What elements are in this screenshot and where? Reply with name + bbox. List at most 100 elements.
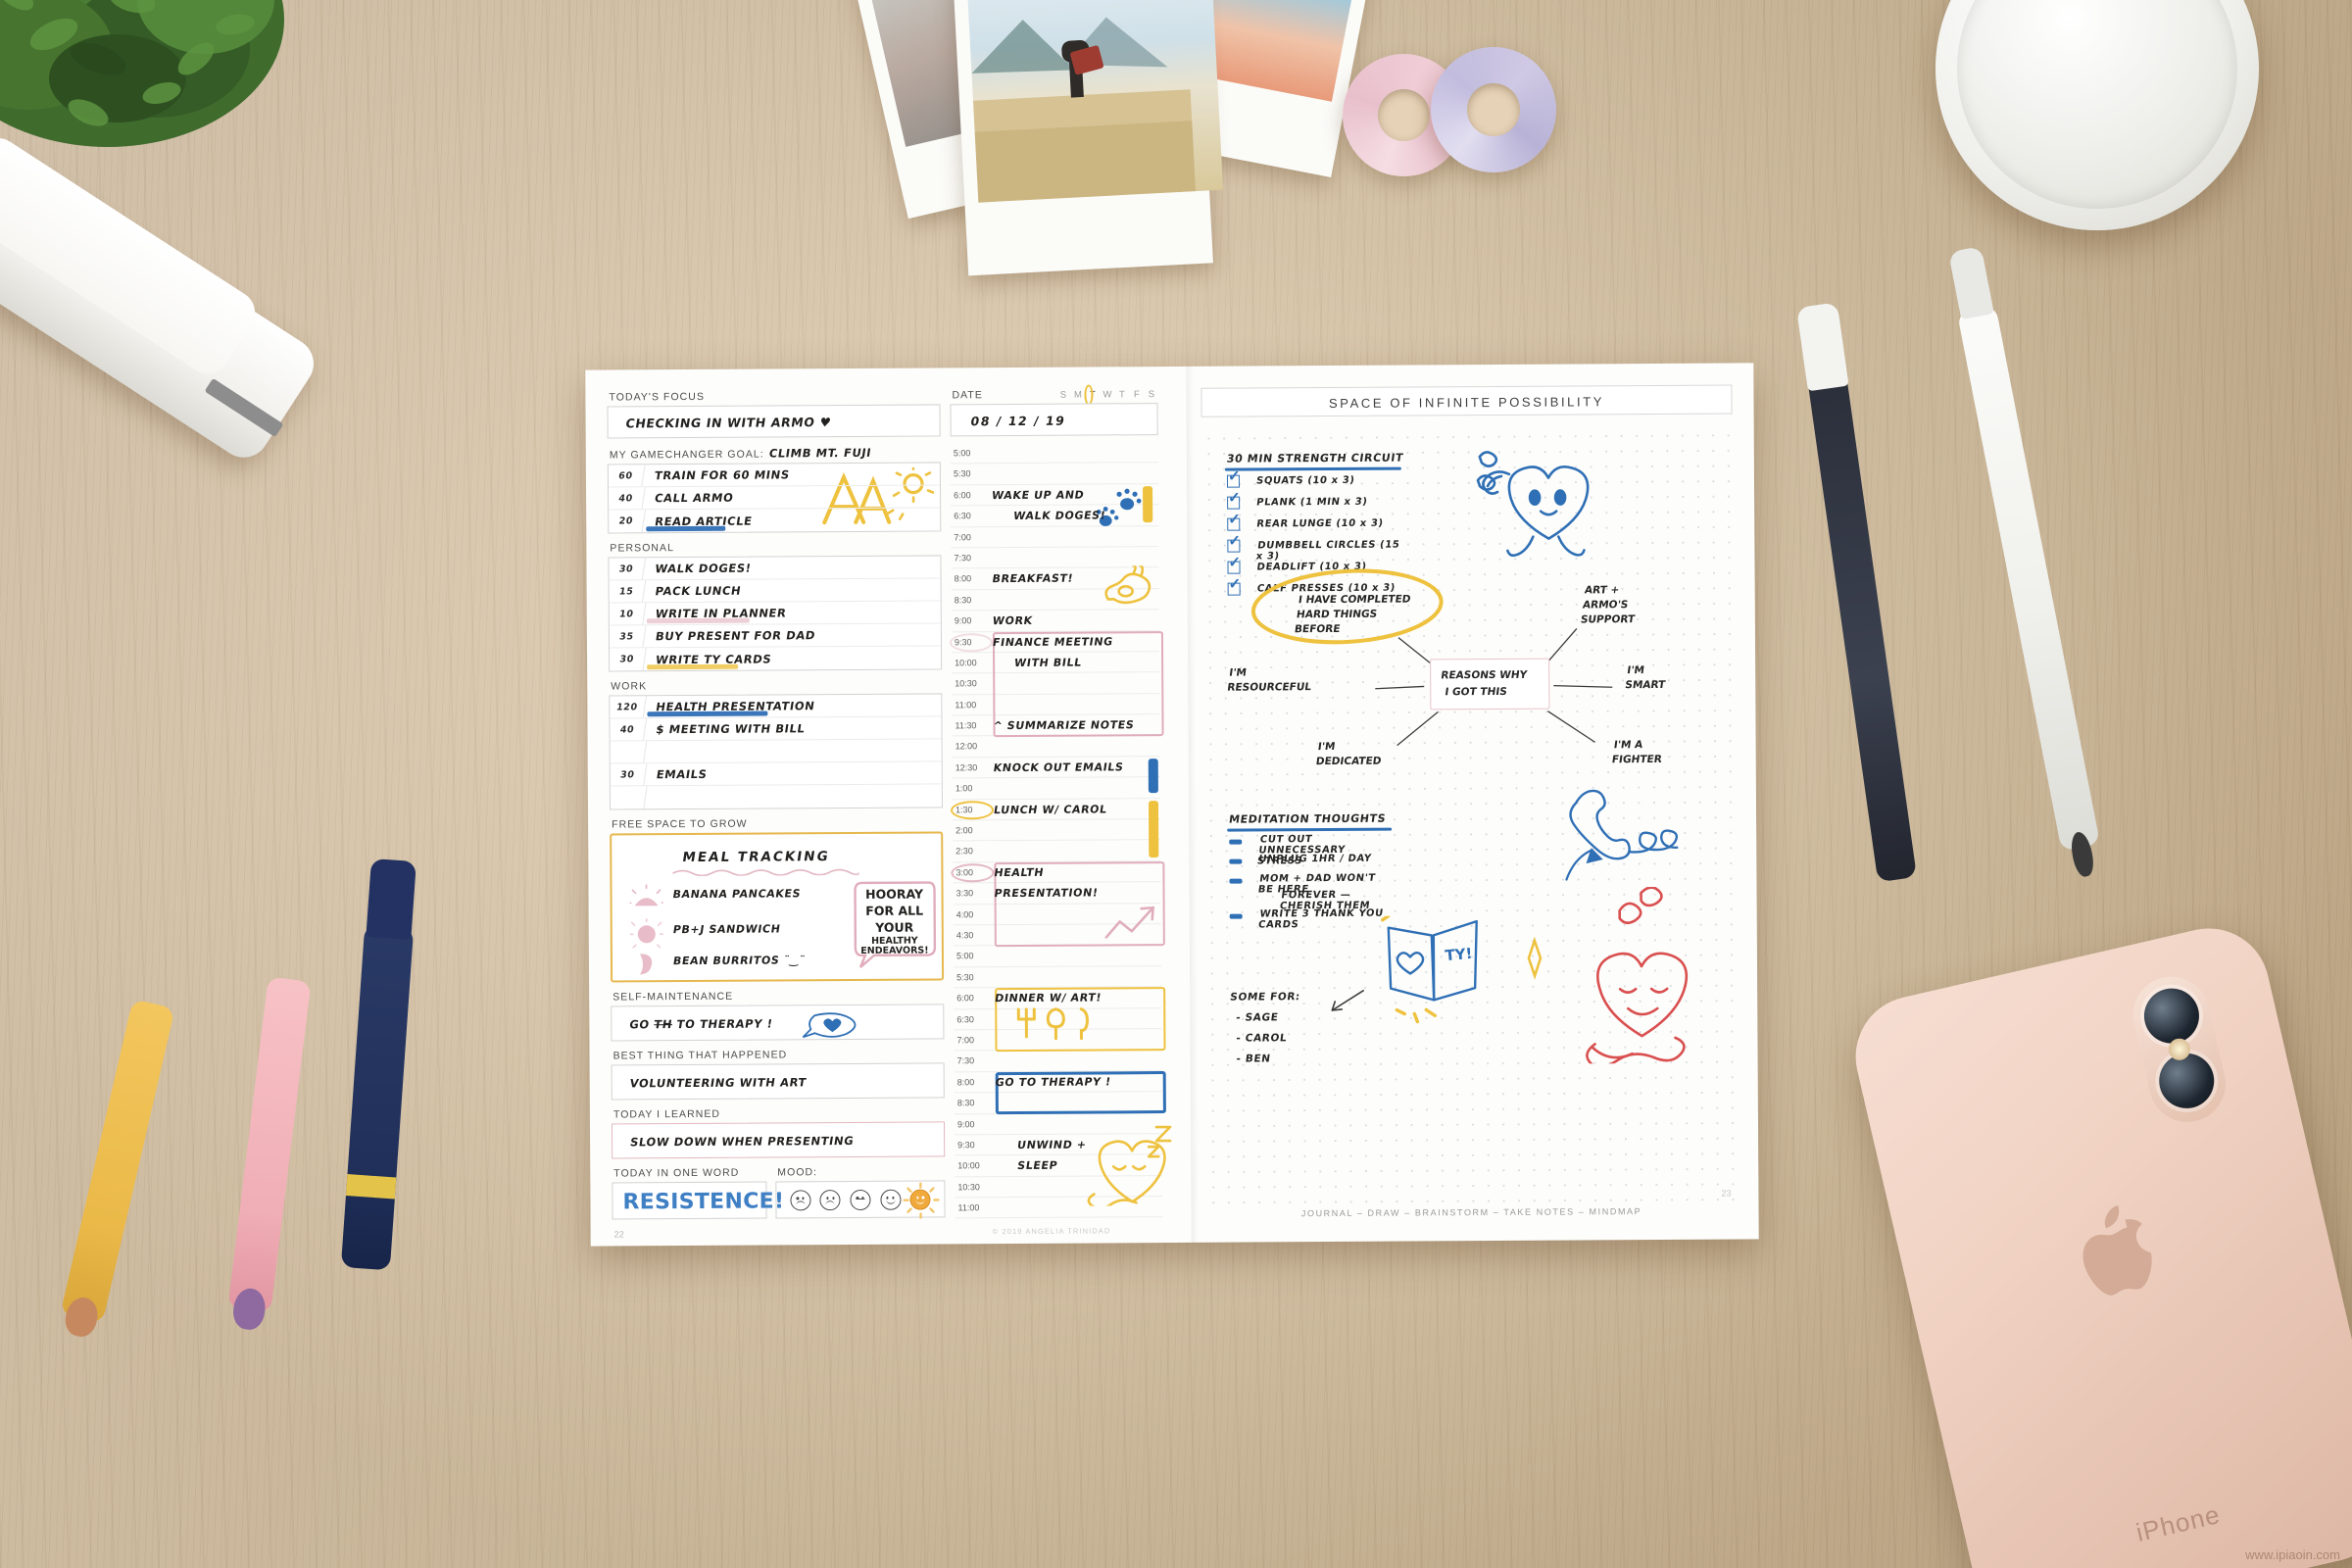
goal-row[interactable]: 20 READ ARTICLE — [607, 508, 940, 533]
time-slot[interactable]: 6:30 WALK DOGES! — [951, 505, 1159, 527]
todays-focus-label: TODAY'S FOCUS — [609, 390, 706, 404]
time-slot[interactable]: 5:30 — [950, 463, 1159, 486]
day-4[interactable]: T — [1117, 389, 1126, 400]
time-slot[interactable]: 9:00 WORK — [951, 610, 1159, 632]
work-minutes: 40 — [608, 718, 648, 741]
time-slot[interactable]: 10:00 WITH BILL — [952, 651, 1160, 674]
slot-time: 2:30 — [956, 846, 973, 857]
self-maintenance-label: SELF-MAINTENANCE — [612, 990, 734, 1004]
time-slot[interactable]: 11:30 ^ SUMMARIZE NOTES — [952, 714, 1160, 737]
work-row[interactable]: 40 $ MEETING WITH BILL — [608, 716, 942, 742]
day-0[interactable]: S — [1058, 390, 1067, 401]
mood-face-very-sad[interactable] — [790, 1189, 811, 1210]
time-slot[interactable]: 11:00 — [952, 693, 1160, 716]
time-slot[interactable]: 5:00 — [953, 945, 1162, 968]
time-slot[interactable]: 12:00 — [952, 735, 1160, 759]
mood-box[interactable] — [775, 1180, 946, 1219]
dot-grid-area[interactable]: 30 MIN STRENGTH CIRCUIT ✓ SQUATS (10 x 3)… — [1200, 427, 1738, 1205]
time-slot[interactable]: 7:30 — [951, 547, 1159, 569]
personal-row[interactable]: 10 WRITE IN PLANNER — [608, 601, 941, 626]
circuit-item[interactable]: ✓ REAR LUNGE (10 x 3) — [1227, 512, 1403, 535]
goal-row[interactable]: 40 CALL ARMO — [607, 485, 941, 511]
day-6[interactable]: S — [1147, 389, 1155, 400]
self-maintenance-box[interactable]: GO TH TO THERAPY ! — [611, 1004, 945, 1042]
personal-row[interactable]: 30 WRITE TY CARDS — [608, 646, 941, 671]
time-slot[interactable]: 6:00 DINNER W/ ART! — [954, 987, 1162, 1009]
circuit-item[interactable]: ✓ PLANK (1 MIN x 3) — [1227, 490, 1403, 514]
meditation-item[interactable]: CUT OUT UNNECESSARY STRESS — [1229, 833, 1386, 866]
slot-event — [993, 840, 1162, 860]
meditation-item[interactable]: MOM + DAD WON'T BE HERE FOREVER — CHERISH… — [1229, 872, 1386, 911]
planner-spread: TODAY'S FOCUS CHECKING IN WITH ARMO ♥ MY… — [585, 363, 1759, 1247]
time-slot[interactable]: 10:00 SLEEP — [955, 1154, 1163, 1178]
time-slot[interactable]: 10:30 — [952, 672, 1160, 696]
day-5[interactable]: F — [1132, 389, 1141, 400]
day-of-week-selector[interactable]: SMTWTFS — [1058, 384, 1155, 406]
time-slot[interactable]: 8:00 GO TO THERAPY ! — [954, 1070, 1162, 1094]
slot-time: 4:30 — [956, 930, 974, 941]
todays-focus-box[interactable]: CHECKING IN WITH ARMO ♥ — [607, 404, 941, 439]
time-slot[interactable]: 5:00 — [950, 442, 1158, 465]
personal-row[interactable]: 15 PACK LUNCH — [607, 578, 941, 604]
one-word-box[interactable]: RESISTENCE! — [612, 1181, 784, 1220]
work-row[interactable] — [608, 739, 942, 764]
circuit-item[interactable]: ✓ DUMBBELL CIRCLES (15 x 3) — [1227, 533, 1403, 562]
work-rows[interactable]: 120 HEALTH PRESENTATION 40 $ MEETING WITH B… — [608, 693, 944, 810]
meditation-list[interactable]: CUT OUT UNNECESSARY STRESS UNPLUG 1HR / D… — [1229, 833, 1387, 930]
personal-rows[interactable]: 30 WALK DOGES! 15 PACK LUNCH 10 WRITE IN PLAN… — [607, 555, 943, 672]
personal-row[interactable]: 30 WALK DOGES! — [607, 556, 941, 581]
time-slot[interactable]: 8:30 — [951, 588, 1159, 612]
mood-face-neutral[interactable] — [850, 1189, 871, 1210]
day-1[interactable]: M — [1073, 390, 1082, 401]
meditation-item[interactable]: UNPLUG 1HR / DAY — [1229, 853, 1386, 871]
slot-event — [992, 777, 1161, 798]
slot-event: KNOCK OUT EMAILS — [992, 760, 1125, 774]
time-slot[interactable]: 2:00 — [953, 819, 1161, 842]
slot-time: 6:00 — [954, 490, 971, 501]
day-3[interactable]: W — [1102, 389, 1111, 400]
time-slot[interactable]: 8:00 BREAKFAST! — [951, 567, 1159, 591]
work-row[interactable]: 120 HEALTH PRESENTATION — [608, 694, 942, 719]
mindmap-node-dedicated: I'M DEDICATED — [1314, 740, 1383, 768]
mood-face-happy[interactable] — [879, 1189, 902, 1210]
time-slot[interactable]: 4:30 — [953, 924, 1161, 947]
time-slot[interactable]: 9:30 UNWIND + — [955, 1133, 1163, 1156]
work-row[interactable] — [609, 784, 942, 809]
personal-task: BUY PRESENT FOR DAD — [654, 628, 817, 644]
mood-face-very-happy[interactable] — [903, 1181, 940, 1219]
time-slot[interactable]: 11:00 — [955, 1197, 1163, 1219]
time-slot[interactable]: 6:30 — [954, 1007, 1162, 1031]
planner-left-column: TODAY'S FOCUS CHECKING IN WITH ARMO ♥ MY… — [607, 389, 946, 1220]
work-row[interactable]: 30 EMAILS — [609, 761, 942, 787]
best-thing-box[interactable]: VOLUNTEERING WITH ART — [611, 1062, 945, 1101]
time-slot[interactable]: 8:30 — [954, 1092, 1162, 1114]
time-slot[interactable]: 5:30 — [954, 965, 1162, 989]
goal-row[interactable]: 60 TRAIN FOR 60 MINS — [607, 463, 941, 488]
time-slot[interactable]: 1:00 — [952, 777, 1161, 801]
time-slot[interactable]: 7:00 — [951, 525, 1159, 549]
time-slot[interactable]: 12:30 KNOCK OUT EMAILS — [952, 756, 1160, 779]
personal-row[interactable]: 35 BUY PRESENT FOR DAD — [608, 623, 942, 649]
free-space-to-grow-box[interactable]: MEAL TRACKING BANANA PANCAKES PB+J SANDW… — [610, 831, 945, 983]
slot-event: SLEEP — [1016, 1158, 1059, 1173]
time-slot[interactable]: 6:00 WAKE UP AND — [951, 483, 1159, 507]
circuit-item[interactable]: ✓ SQUATS (10 x 3) — [1226, 468, 1403, 492]
meditation-item[interactable]: WRITE 3 THANK YOU CARDS — [1229, 907, 1387, 930]
time-slot[interactable]: 9:00 — [954, 1112, 1163, 1136]
stapler — [0, 129, 353, 505]
gamechanger-goal-rows[interactable]: 60 TRAIN FOR 60 MINS 40 CALL ARMO 20 READ ART… — [607, 462, 942, 534]
time-slot[interactable]: 3:30 PRESENTATION! — [953, 882, 1161, 905]
today-i-learned-box[interactable]: SLOW DOWN WHEN PRESENTING — [611, 1121, 946, 1159]
check-mark-icon: ✓ — [1228, 511, 1241, 528]
date-box[interactable]: 08 / 12 / 19 — [950, 403, 1158, 437]
time-slot[interactable]: 4:00 — [953, 903, 1161, 926]
time-slot[interactable]: 7:30 — [954, 1050, 1162, 1073]
mood-face-sad[interactable] — [819, 1189, 841, 1210]
time-slots[interactable]: 5:00 5:30 6:00 WAKE UP AND 6:30 WALK DOGES! 7:… — [949, 442, 1172, 1219]
sleeping-heart-doodle — [1586, 886, 1689, 1064]
meal-item-1: PB+J SANDWICH — [671, 922, 782, 937]
time-slot[interactable]: 10:30 — [955, 1175, 1163, 1199]
time-slot[interactable]: 2:30 — [953, 840, 1162, 863]
time-slot[interactable]: 7:00 — [954, 1029, 1163, 1052]
slot-event — [994, 1029, 1163, 1050]
